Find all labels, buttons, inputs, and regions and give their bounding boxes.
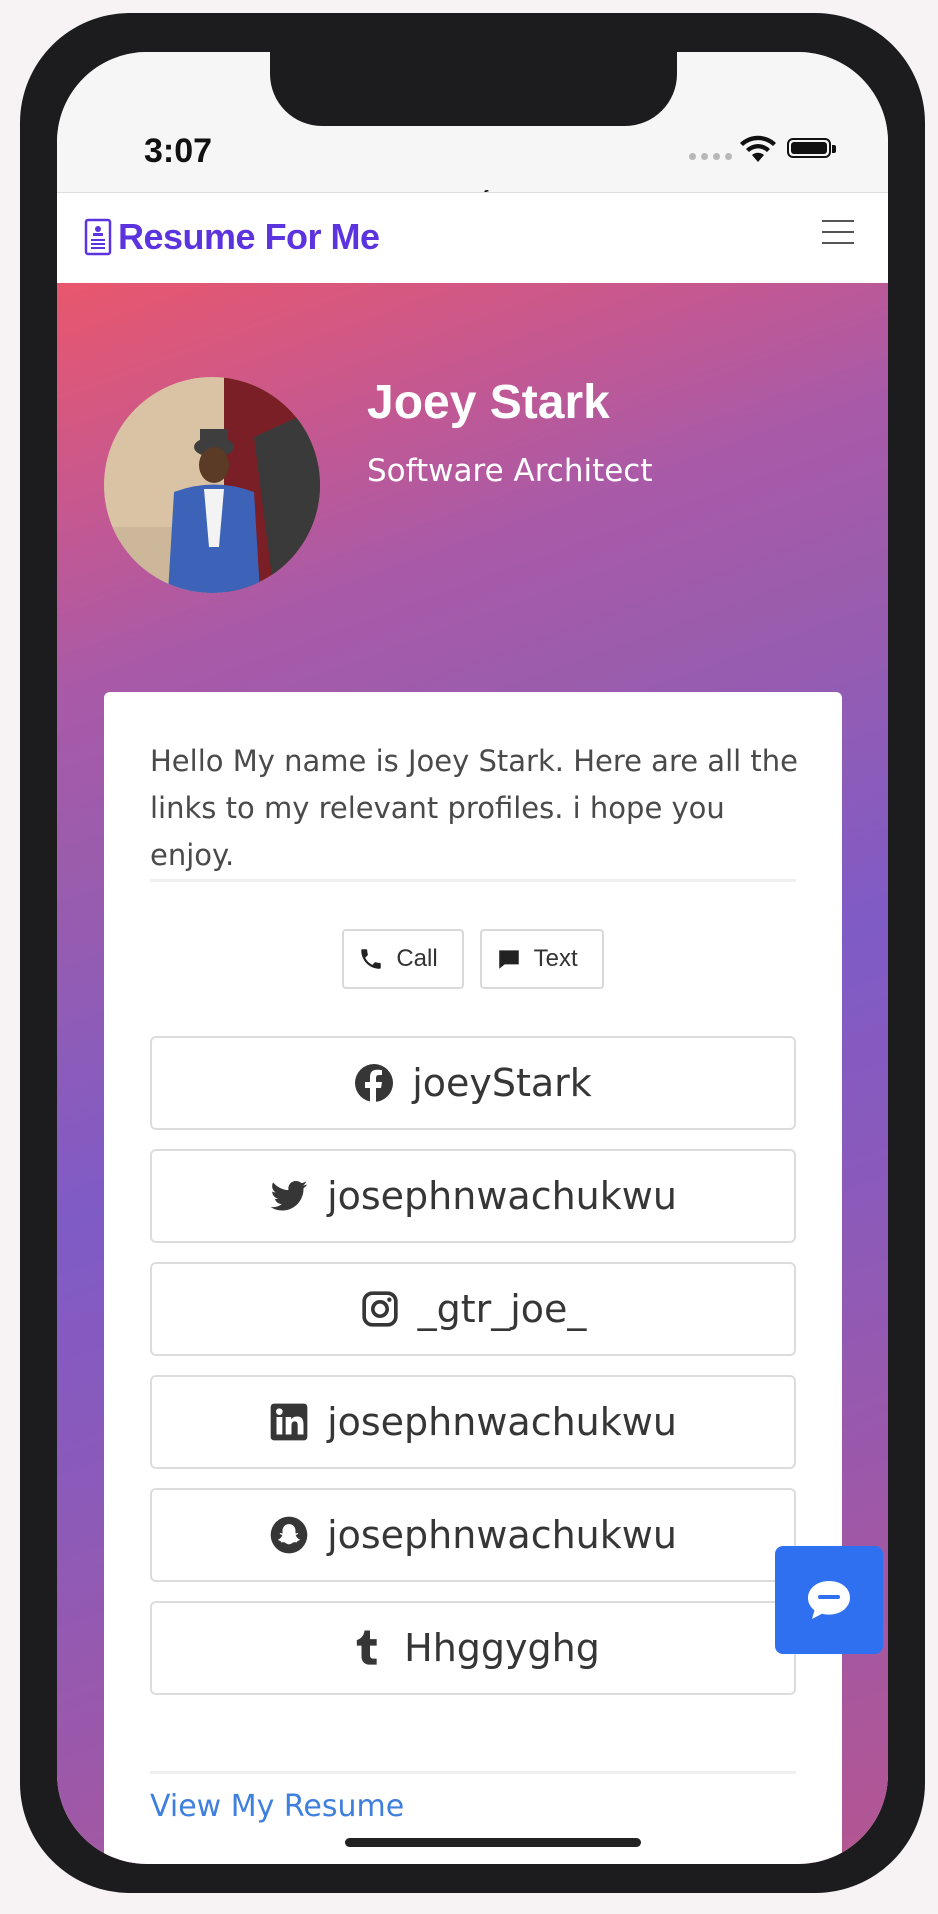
brand-name: Resume For Me (118, 216, 380, 257)
profile-hero: Joey Stark Software Architect Hello My n… (57, 283, 888, 1864)
profile-name: Joey Stark (367, 376, 610, 429)
wifi-icon (740, 135, 776, 162)
social-link-twitter[interactable]: josephnwachukwu (150, 1149, 796, 1243)
contact-buttons: Call Text (104, 929, 842, 989)
social-label: josephnwachukwu (327, 1513, 677, 1557)
text-button[interactable]: Text (479, 929, 604, 989)
home-indicator (345, 1838, 641, 1847)
divider (150, 1771, 796, 1774)
social-links: joeyStark josephnwachukwu _gtr_joe_ jose… (150, 1036, 796, 1714)
tumblr-icon (356, 1630, 377, 1665)
profile-card: Hello My name is Joey Stark. Here are al… (104, 692, 842, 1864)
call-button[interactable]: Call (342, 929, 464, 989)
phone-screen: 3:07 resume-for.me Resume For (57, 52, 888, 1864)
instagram-icon (361, 1291, 398, 1327)
social-label: Hhggyghg (404, 1626, 600, 1670)
chat-bubble-icon (808, 1581, 850, 1619)
avatar (104, 377, 320, 593)
profile-title: Software Architect (367, 453, 653, 489)
social-label: _gtr_joe_ (417, 1287, 587, 1331)
divider (150, 879, 796, 882)
linkedin-icon (270, 1403, 308, 1441)
chat-widget-button[interactable] (775, 1546, 883, 1654)
social-link-facebook[interactable]: joeyStark (150, 1036, 796, 1130)
phone-icon (361, 949, 382, 969)
social-label: josephnwachukwu (327, 1400, 677, 1444)
resume-document-icon (84, 218, 112, 256)
social-label: josephnwachukwu (327, 1174, 677, 1218)
notch (270, 52, 677, 126)
view-resume-link[interactable]: View My Resume (150, 1789, 404, 1824)
hamburger-menu-icon[interactable] (822, 220, 854, 246)
call-label: Call (396, 945, 438, 972)
twitter-icon (270, 1181, 308, 1211)
text-label: Text (533, 945, 578, 972)
phone-frame: 3:07 resume-for.me Resume For (20, 13, 925, 1893)
brand-logo[interactable]: Resume For Me (84, 216, 380, 258)
facebook-icon (355, 1064, 394, 1102)
site-navbar: Resume For Me (57, 192, 888, 283)
snapchat-icon (270, 1516, 308, 1554)
social-link-snapchat[interactable]: josephnwachukwu (150, 1488, 796, 1582)
message-icon (498, 950, 519, 969)
social-link-instagram[interactable]: _gtr_joe_ (150, 1262, 796, 1356)
social-link-tumblr[interactable]: Hhggyghg (150, 1601, 796, 1695)
profile-bio: Hello My name is Joey Stark. Here are al… (150, 744, 798, 872)
signal-icon (689, 153, 732, 160)
social-label: joeyStark (412, 1061, 592, 1105)
status-time: 3:07 (144, 132, 213, 170)
battery-icon (787, 138, 836, 158)
social-link-linkedin[interactable]: josephnwachukwu (150, 1375, 796, 1469)
